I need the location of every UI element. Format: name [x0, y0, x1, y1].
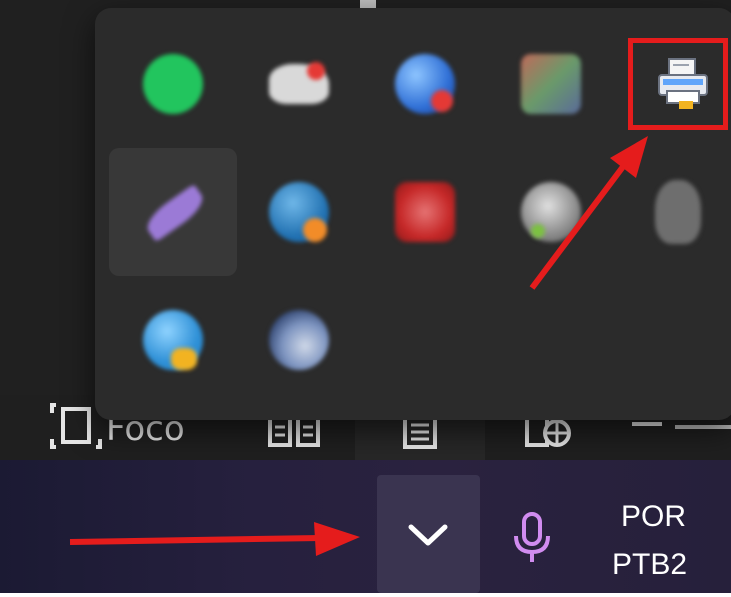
tray-icon-12[interactable]	[235, 276, 363, 404]
red-app-icon	[395, 182, 455, 242]
window-handle	[360, 0, 376, 8]
tray-icon-2[interactable]	[235, 20, 363, 148]
purple-feather-app-icon	[141, 182, 209, 243]
tray-icon-6[interactable]	[109, 148, 237, 276]
annotation-arrow-to-chevron	[69, 522, 360, 556]
tray-icon-8[interactable]	[361, 148, 489, 276]
printer-highlight-box	[628, 38, 728, 130]
tray-icon-1[interactable]	[109, 20, 237, 148]
microphone-icon[interactable]	[512, 510, 552, 566]
chevron-down-icon	[408, 524, 448, 546]
green-app-icon	[143, 54, 203, 114]
zoom-out-icon[interactable]	[632, 422, 662, 428]
show-hidden-icons-button[interactable]	[377, 475, 480, 593]
language-indicator-line1[interactable]: POR	[621, 500, 686, 534]
zoom-slider-track[interactable]	[675, 425, 731, 429]
blue-red-app-icon	[395, 54, 455, 114]
blue-yellow-app-icon	[143, 310, 203, 370]
blue-orange-app-icon	[269, 182, 329, 242]
tray-icon-11[interactable]	[109, 276, 237, 404]
annotation-arrow-to-printer	[529, 136, 648, 290]
tray-icon-3[interactable]	[361, 20, 489, 148]
focus-icon[interactable]	[50, 403, 102, 449]
dark-blue-app-icon	[269, 310, 329, 370]
cloud-app-icon	[269, 54, 329, 114]
language-indicator-line2[interactable]: PTB2	[612, 548, 687, 582]
tray-icon-7[interactable]	[235, 148, 363, 276]
colorful-square-app-icon	[521, 54, 581, 114]
